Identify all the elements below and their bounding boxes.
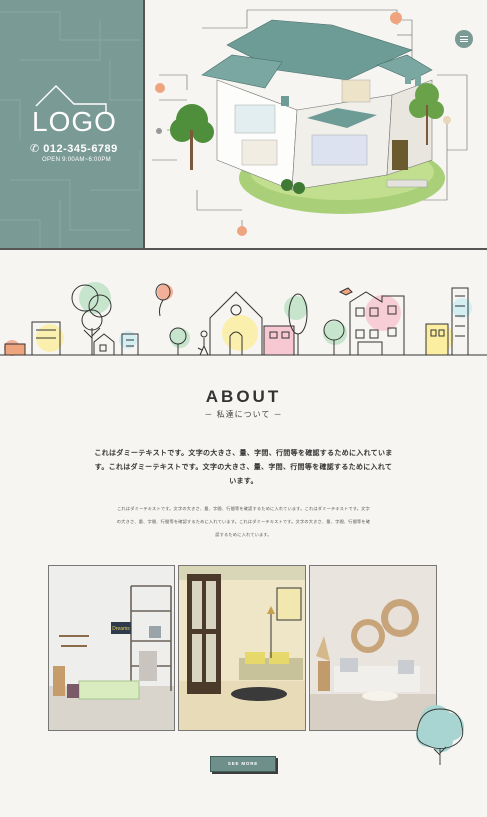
about-body-text: これはダミーテキストです。文字の大きさ、量、字間、行間等を確認するために入れてい… — [116, 506, 371, 537]
brand-panel: LOGO ✆ 012-345-6789 OPEN 9:00AM~6:00PM — [0, 0, 145, 248]
see-more-button[interactable]: SEE MORE — [210, 756, 276, 772]
phone-number[interactable]: ✆ 012-345-6789 — [30, 142, 118, 155]
logo[interactable]: LOGO — [32, 84, 117, 137]
interior-photo-2 — [178, 565, 306, 731]
about-title: ABOUT — [205, 387, 282, 406]
interior-photo-1: Dreams — [48, 565, 175, 731]
town-line-drawing — [0, 282, 487, 356]
photo-sign: Dreams — [112, 626, 130, 632]
opening-hours: OPEN 9:00AM~6:00PM — [42, 157, 111, 163]
menu-icon — [460, 36, 468, 38]
town-illustration — [0, 278, 487, 368]
about-lead-text: これはダミーテキストです。文字の大きさ、量、字間、行間等を確認するために入れてい… — [94, 450, 393, 485]
about-subtitle: － 私達について － — [204, 410, 283, 419]
phone-icon: ✆ — [30, 143, 40, 155]
decorative-tree — [416, 705, 464, 765]
house-illustration-area — [147, 0, 487, 248]
logo-text: LOGO — [32, 106, 117, 137]
phone-text: 012-345-6789 — [43, 143, 118, 155]
menu-button[interactable] — [455, 30, 473, 48]
house-illustration — [152, 9, 468, 236]
hero: LOGO ✆ 012-345-6789 OPEN 9:00AM~6:00PM — [0, 0, 487, 250]
